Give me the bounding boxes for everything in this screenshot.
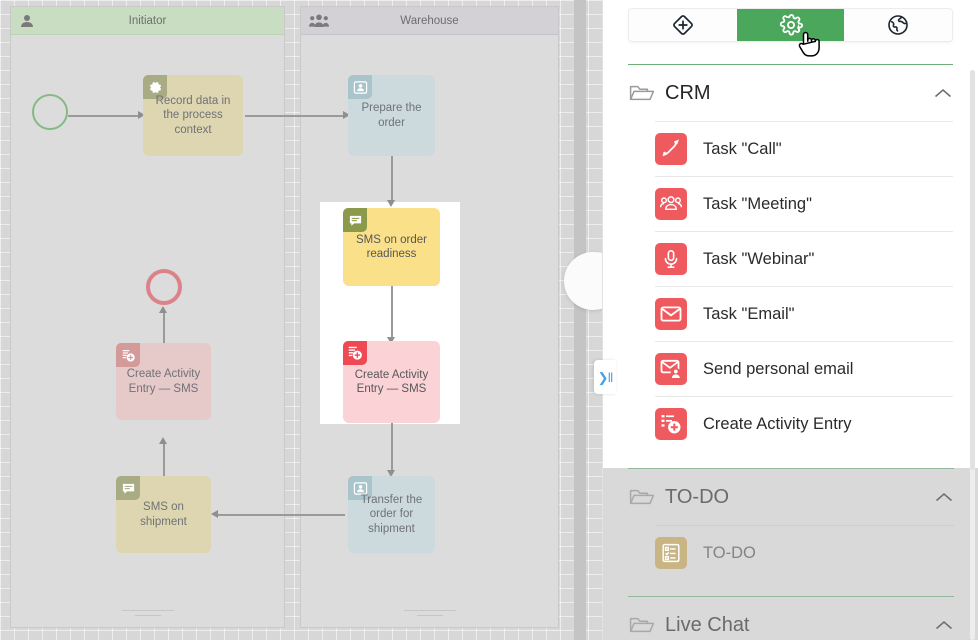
node-create-activity-entry-sms[interactable]: Create Activity Entry — SMS [116,343,211,420]
canvas-right-edge [574,0,586,640]
list-item-todo[interactable]: TO-DO [655,525,954,580]
chevron-up-icon[interactable] [934,88,952,99]
user-card-icon [348,75,372,99]
list-item-label: Task "Webinar" [703,249,815,268]
tab-integrations[interactable] [844,9,952,41]
create-activity-icon [655,408,687,440]
globe-icon [886,13,910,37]
lane-initiator-title: Initiator [128,14,167,27]
connector-record-to-prepare [245,115,345,117]
chevron-up-icon[interactable] [935,492,953,503]
lane-initiator-resize-handle[interactable] [121,610,174,620]
user-icon [19,14,35,28]
connector-arrow [387,200,395,207]
node-label: SMS on shipment [140,501,187,528]
connector-arrow [211,510,218,518]
list-item-task-webinar[interactable]: Task "Webinar" [655,231,953,286]
node-label: Create Activity Entry — SMS [354,368,429,395]
folder-icon [629,615,655,635]
tab-actions[interactable] [736,9,845,41]
panel-tab-bar [628,8,953,42]
list-item-label: Create Activity Entry [703,414,852,433]
end-event[interactable] [146,269,182,305]
actions-panel: CRM Task "Call" Task "Meeting" Task "Web… [602,0,978,640]
connector-arrow [159,306,167,313]
checklist-icon [655,537,687,569]
connector-transfer-to-smsship [215,514,345,516]
node-label: Create Activity Entry — SMS [126,368,201,395]
node-create-activity-entry-sms-selected[interactable]: Create Activity Entry — SMS [343,341,440,423]
node-record-data[interactable]: Record data in the process context [143,75,243,156]
node-transfer-order-for-shipment[interactable]: Transfer the order for shipment [348,476,435,553]
diamond-plus-icon [671,13,695,37]
connector-activity-to-end [163,310,165,343]
connector-activity-to-transfer [391,422,393,474]
group-header-crm[interactable]: CRM [603,65,978,121]
microphone-icon [655,243,687,275]
list-item-label: Send personal email [703,359,854,378]
list-item-create-activity-entry[interactable]: Create Activity Entry [655,396,953,451]
message-icon [343,208,367,232]
group-title-todo: TO-DO [665,485,730,508]
group-header-todo[interactable]: TO-DO [603,469,978,525]
crm-items-list: Task "Call" Task "Meeting" Task "Webinar… [603,121,978,451]
node-label: SMS on order readiness [356,233,427,260]
folder-icon [629,487,655,507]
lane-initiator-header: Initiator [11,7,284,35]
disabled-groups-overlay: TO-DO TO-DO Live Chat [603,468,978,640]
message-icon [116,476,140,500]
list-item-label: Task "Call" [703,139,782,158]
gear-icon [779,13,803,37]
list-item-label: TO-DO [703,543,756,562]
group-title-livechat: Live Chat [665,613,750,636]
envelope-icon [655,298,687,330]
tab-gateways[interactable] [629,9,737,41]
list-item-label: Task "Email" [703,304,795,323]
list-item-send-personal-email[interactable]: Send personal email [655,341,953,396]
envelope-person-icon [655,353,687,385]
connector-start-to-record [68,115,140,117]
node-label: Transfer the order for shipment [360,494,423,535]
list-item-task-meeting[interactable]: Task "Meeting" [655,176,953,231]
node-label: Prepare the order [361,102,422,129]
node-label: Record data in the process context [155,95,231,136]
group-title-crm: CRM [665,81,711,104]
users-group-icon [309,14,329,28]
folder-icon [629,83,655,103]
app-root: Initiator Warehouse Record data in the p… [0,0,978,640]
users-group-icon [655,188,687,220]
node-prepare-order[interactable]: Prepare the order [348,75,435,156]
panel-collapse-handle[interactable]: ❯ǀǀ [594,360,616,394]
list-item-task-call[interactable]: Task "Call" [655,121,953,176]
list-item-label: Task "Meeting" [703,194,812,213]
lane-warehouse-resize-handle[interactable] [403,610,456,620]
lane-warehouse-header: Warehouse [301,7,558,35]
create-activity-icon [343,341,367,365]
connector-sms-to-activity [391,285,393,340]
list-item-task-email[interactable]: Task "Email" [655,286,953,341]
todo-items-list: TO-DO [603,525,978,580]
create-activity-icon [116,343,140,367]
process-diagram-canvas[interactable]: Initiator Warehouse Record data in the p… [0,0,602,640]
panel-scrollbar-thumb[interactable] [970,70,975,470]
node-sms-on-shipment[interactable]: SMS on shipment [116,476,211,553]
node-sms-on-order-readiness[interactable]: SMS on order readiness [343,208,440,286]
collapse-panel-icon: ❯ǀǀ [597,369,614,385]
connector-prepare-to-sms [391,154,393,204]
group-header-livechat[interactable]: Live Chat [603,597,978,640]
chevron-up-icon[interactable] [935,620,953,631]
start-event[interactable] [32,94,68,130]
lane-warehouse-title: Warehouse [400,14,459,27]
connector-arrow [159,437,167,444]
phone-icon [655,133,687,165]
